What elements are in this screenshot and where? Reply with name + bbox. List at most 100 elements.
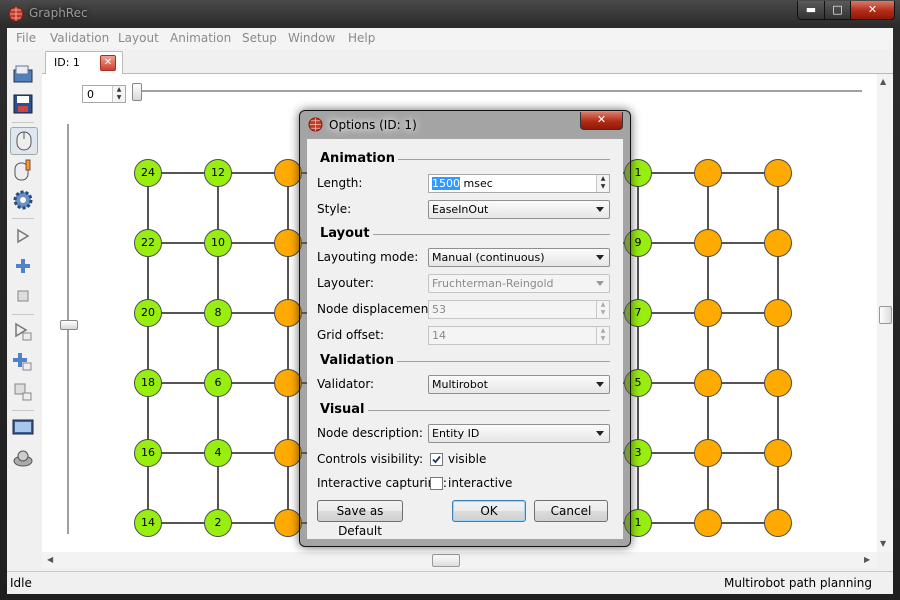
play-icon[interactable] bbox=[10, 223, 36, 249]
layouting-mode-label: Layouting mode: bbox=[317, 250, 419, 264]
dialog-close-button[interactable]: ✕ bbox=[580, 112, 623, 130]
node-description-select[interactable]: Entity ID bbox=[428, 424, 610, 443]
length-unit: msec bbox=[460, 177, 493, 190]
graph-node[interactable] bbox=[694, 229, 722, 257]
graph-node[interactable]: 16 bbox=[134, 439, 162, 467]
toolbar-separator bbox=[12, 122, 34, 123]
menu-file[interactable]: File bbox=[16, 31, 36, 45]
graph-node[interactable] bbox=[274, 299, 302, 327]
stop-icon[interactable] bbox=[10, 283, 36, 309]
graph-node[interactable] bbox=[764, 229, 792, 257]
horizontal-scrollbar[interactable]: ◀ ▶ bbox=[42, 552, 877, 568]
tab-id-1[interactable]: ID: 1 ✕ bbox=[45, 51, 123, 74]
capture-icon[interactable] bbox=[10, 445, 36, 471]
mouse-edit-icon[interactable] bbox=[10, 157, 36, 183]
open-icon[interactable] bbox=[10, 61, 36, 87]
graph-node[interactable] bbox=[694, 439, 722, 467]
menu-layout[interactable]: Layout bbox=[118, 31, 159, 45]
menu-setup[interactable]: Setup bbox=[242, 31, 277, 45]
menu-animation[interactable]: Animation bbox=[170, 31, 231, 45]
mouse-pointer-icon[interactable] bbox=[10, 127, 38, 155]
play-record-icon[interactable] bbox=[10, 319, 36, 345]
graph-edge bbox=[147, 172, 149, 522]
settings-gear-icon[interactable] bbox=[10, 187, 36, 213]
graph-node[interactable] bbox=[274, 509, 302, 537]
options-dialog: Options (ID: 1) ✕ Animation Length: 1500… bbox=[299, 110, 631, 547]
graph-node[interactable] bbox=[694, 299, 722, 327]
graph-node[interactable]: 2 bbox=[204, 509, 232, 537]
scroll-left-icon[interactable]: ◀ bbox=[47, 555, 53, 564]
graph-node[interactable] bbox=[694, 159, 722, 187]
node-displacement-spinner: 53 ▲ ▼ bbox=[428, 300, 610, 319]
graph-node[interactable] bbox=[764, 509, 792, 537]
menu-validation[interactable]: Validation bbox=[50, 31, 109, 45]
graph-node[interactable] bbox=[764, 439, 792, 467]
graph-node[interactable] bbox=[274, 369, 302, 397]
stop-record-icon[interactable] bbox=[10, 379, 36, 405]
section-visual: Visual bbox=[320, 402, 368, 417]
graph-node[interactable]: 10 bbox=[204, 229, 232, 257]
style-select[interactable]: EaseInOut bbox=[428, 200, 610, 219]
controls-visibility-checkbox[interactable] bbox=[430, 453, 443, 466]
graph-edge bbox=[707, 172, 709, 522]
save-icon[interactable] bbox=[10, 91, 36, 117]
length-spinner-arrows-icon[interactable]: ▲ ▼ bbox=[596, 175, 609, 192]
length-spinner[interactable]: 1500 msec ▲ ▼ bbox=[428, 174, 610, 193]
grid-offset-value: 14 bbox=[432, 329, 446, 342]
style-label: Style: bbox=[317, 202, 352, 216]
graph-node[interactable] bbox=[274, 439, 302, 467]
graph-node[interactable] bbox=[694, 369, 722, 397]
graph-node[interactable] bbox=[694, 509, 722, 537]
vertical-scroll-thumb[interactable] bbox=[879, 306, 892, 324]
graph-node[interactable] bbox=[764, 369, 792, 397]
validator-select[interactable]: Multirobot bbox=[428, 375, 610, 394]
layouter-value: Fruchterman-Reingold bbox=[432, 277, 554, 290]
graph-node[interactable]: 24 bbox=[134, 159, 162, 187]
grid-offset-label: Grid offset: bbox=[317, 328, 384, 342]
save-as-default-button[interactable]: Save as Default bbox=[317, 500, 403, 538]
section-animation: Animation bbox=[320, 151, 398, 166]
graph-edge bbox=[217, 172, 219, 522]
scroll-down-icon[interactable]: ▼ bbox=[880, 539, 886, 548]
graph-node[interactable]: 14 bbox=[134, 509, 162, 537]
minimize-button[interactable]: ▬ bbox=[797, 1, 825, 20]
graph-node[interactable]: 22 bbox=[134, 229, 162, 257]
graph-node[interactable] bbox=[274, 229, 302, 257]
menu-window[interactable]: Window bbox=[288, 31, 335, 45]
main-window: GraphRec ▬ □ ✕ File Validation Layout An… bbox=[0, 0, 900, 600]
ok-button[interactable]: OK bbox=[452, 500, 526, 522]
interactive-capturing-label: Interactive capturing: bbox=[317, 476, 447, 490]
graph-node[interactable]: 12 bbox=[204, 159, 232, 187]
toolbar bbox=[7, 49, 41, 569]
screenshot-icon[interactable] bbox=[10, 415, 36, 441]
graph-node[interactable]: 4 bbox=[204, 439, 232, 467]
title-bar[interactable]: GraphRec ▬ □ ✕ bbox=[0, 0, 900, 28]
scroll-right-icon[interactable]: ▶ bbox=[864, 555, 870, 564]
graph-node[interactable] bbox=[764, 159, 792, 187]
graph-node[interactable]: 18 bbox=[134, 369, 162, 397]
scroll-up-icon[interactable]: ▲ bbox=[880, 77, 886, 86]
interactive-capturing-checkbox[interactable] bbox=[430, 477, 443, 490]
dialog-title-bar[interactable]: Options (ID: 1) ✕ bbox=[300, 111, 630, 139]
graph-edge bbox=[777, 172, 779, 522]
graph-node[interactable]: 8 bbox=[204, 299, 232, 327]
node-description-value: Entity ID bbox=[432, 427, 480, 440]
graph-node[interactable] bbox=[764, 299, 792, 327]
maximize-button[interactable]: □ bbox=[824, 1, 851, 20]
toolbar-separator bbox=[12, 218, 34, 219]
graph-node[interactable]: 20 bbox=[134, 299, 162, 327]
vertical-scrollbar[interactable]: ▲ ▼ bbox=[877, 74, 893, 552]
graph-node[interactable]: 6 bbox=[204, 369, 232, 397]
layouter-select: Fruchterman-Reingold bbox=[428, 274, 610, 293]
close-button[interactable]: ✕ bbox=[850, 1, 895, 20]
layouting-mode-select[interactable]: Manual (continuous) bbox=[428, 248, 610, 267]
status-bar: Idle Multirobot path planning bbox=[7, 571, 893, 594]
horizontal-scroll-thumb[interactable] bbox=[432, 554, 460, 567]
graph-node[interactable] bbox=[274, 159, 302, 187]
add-icon[interactable] bbox=[10, 253, 36, 279]
tab-close-icon[interactable]: ✕ bbox=[100, 55, 116, 71]
cancel-button[interactable]: Cancel bbox=[534, 500, 608, 522]
menu-help[interactable]: Help bbox=[348, 31, 375, 45]
add-record-icon[interactable] bbox=[10, 349, 36, 375]
layouting-mode-value: Manual (continuous) bbox=[432, 251, 545, 264]
